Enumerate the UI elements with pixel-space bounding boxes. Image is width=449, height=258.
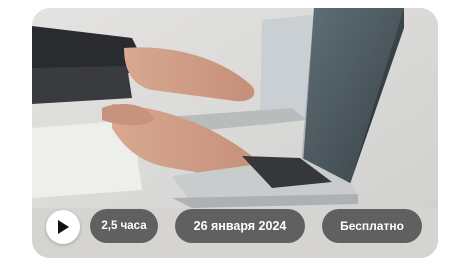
play-icon bbox=[58, 220, 69, 234]
date-label: 26 января 2024 bbox=[193, 219, 287, 233]
play-button[interactable] bbox=[46, 210, 80, 244]
course-card[interactable]: 2,5 часа 26 января 2024 Бесплатно bbox=[32, 8, 438, 258]
duration-label: 2,5 часа bbox=[101, 220, 147, 232]
price-label: Бесплатно bbox=[340, 219, 404, 233]
price-badge: Бесплатно bbox=[322, 209, 422, 243]
duration-badge: 2,5 часа bbox=[90, 209, 158, 243]
date-badge: 26 января 2024 bbox=[175, 209, 305, 243]
